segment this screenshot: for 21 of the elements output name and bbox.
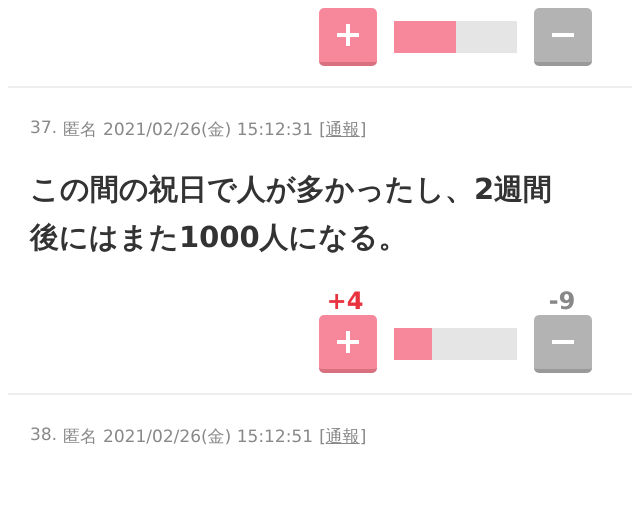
minus-icon [552,340,574,344]
comment-number: 37. [30,118,58,140]
plus-count: +4 [326,287,364,315]
minus-icon [552,33,574,37]
post-date: 2021/02/26(金) 15:12:31 [103,119,314,141]
plus-icon [334,21,362,49]
report-link[interactable]: 通報 [326,427,360,447]
minus-count: -9 [548,287,576,315]
minus-button[interactable] [534,315,592,373]
report-bracket: [通報] [319,119,366,141]
author-name: 匿名 [63,119,98,141]
plus-icon [334,328,362,356]
comment-body: この間の祝日で人が多かったし、2週間後にはまた1000人になる。 [28,171,554,256]
report-link[interactable]: 通報 [326,120,360,140]
report-bracket: [通報] [319,426,366,448]
plus-button[interactable] [319,8,377,66]
author-name: 匿名 [63,426,98,448]
post-date: 2021/02/26(金) 15:12:51 [103,426,314,448]
comment-number: 38. [30,425,58,447]
plus-button[interactable] [319,315,377,373]
minus-button[interactable] [534,8,592,66]
